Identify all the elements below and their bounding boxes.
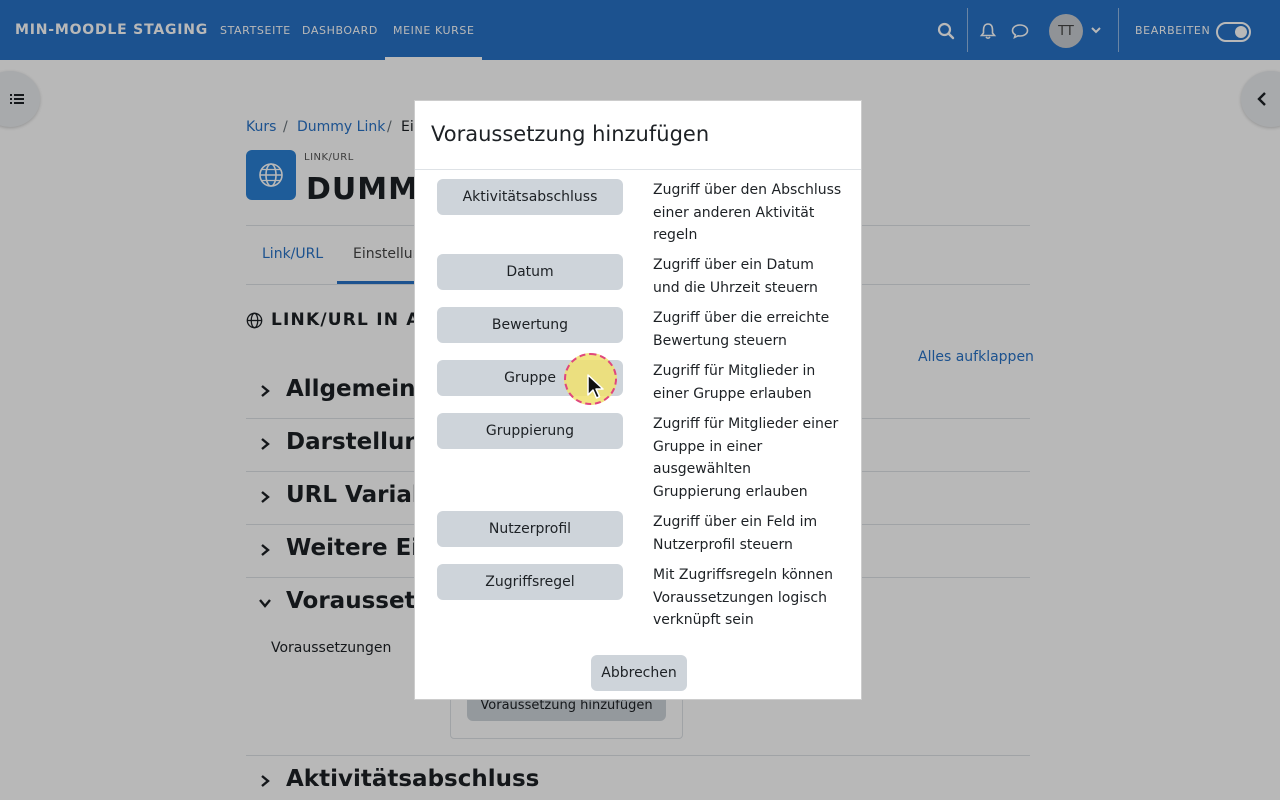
option-activity-completion-button[interactable]: Aktivitätsabschluss [437, 179, 623, 215]
option-restriction-set-button[interactable]: Zugriffsregel [437, 564, 623, 600]
option-grade-button[interactable]: Bewertung [437, 307, 623, 343]
option-grouping-button[interactable]: Gruppierung [437, 413, 623, 449]
option-description: Zugriff über ein Feld im Nutzerprofil st… [653, 514, 818, 553]
add-prerequisite-dialog: Voraussetzung hinzufügen Aktivitätsabsch… [414, 100, 862, 700]
option-description: Zugriff über die erreichte Bewertung ste… [653, 310, 830, 349]
option-description: Mit Zugriffsregeln können Voraussetzunge… [653, 567, 834, 628]
option-user-profile-button[interactable]: Nutzerprofil [437, 511, 623, 547]
option-description: Zugriff für Mitglieder in einer Gruppe e… [653, 363, 816, 402]
cancel-button[interactable]: Abbrechen [591, 655, 687, 691]
option-date-button[interactable]: Datum [437, 254, 623, 290]
dialog-divider [415, 169, 861, 170]
option-description: Zugriff für Mitglieder einer Gruppe in e… [653, 416, 839, 500]
mouse-cursor-icon [587, 374, 604, 399]
dialog-title: Voraussetzung hinzufügen [431, 122, 710, 146]
option-description: Zugriff über ein Datum und die Uhrzeit s… [653, 257, 818, 296]
option-description: Zugriff über den Abschluss einer anderen… [653, 182, 842, 243]
